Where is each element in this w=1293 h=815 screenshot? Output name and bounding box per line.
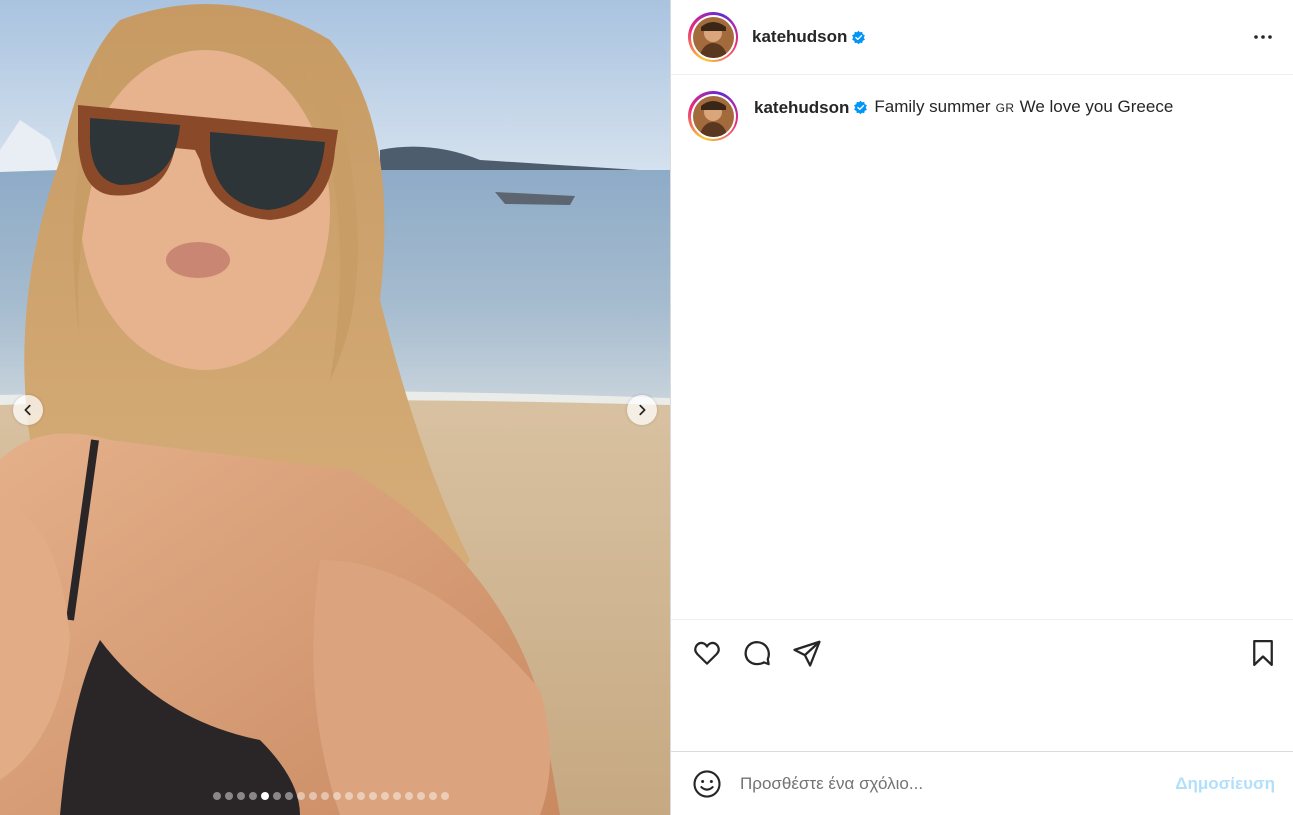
emoji-button[interactable]	[691, 768, 723, 800]
more-options-icon	[1254, 35, 1272, 39]
more-options-button[interactable]	[1251, 25, 1275, 49]
save-button[interactable]	[1247, 637, 1279, 669]
carousel-dot	[213, 792, 221, 800]
caption-username[interactable]: katehudson	[754, 97, 849, 119]
verified-badge-icon	[854, 100, 868, 115]
chevron-right-icon	[639, 404, 646, 416]
carousel-dot	[297, 792, 305, 800]
carousel-dot	[369, 792, 377, 800]
carousel-dot	[405, 792, 413, 800]
carousel-dot	[273, 792, 281, 800]
carousel-dot	[393, 792, 401, 800]
photo-image	[0, 0, 670, 815]
verified-badge-icon	[852, 30, 866, 44]
carousel-dot	[225, 792, 233, 800]
carousel-dot	[261, 792, 269, 800]
carousel-dot	[237, 792, 245, 800]
comment-icon	[744, 641, 770, 666]
post-actions	[671, 619, 1293, 686]
carousel-dot	[333, 792, 341, 800]
caption-text-before: Family summer	[874, 97, 991, 116]
post-photo[interactable]	[0, 0, 670, 815]
carousel-next-button[interactable]	[627, 395, 657, 425]
caption: katehudson Family summer GR We love you Gr…	[671, 75, 1293, 619]
avatar-image	[692, 16, 734, 58]
carousel-dot	[357, 792, 365, 800]
send-icon	[793, 640, 821, 667]
likes-area	[671, 686, 1293, 751]
share-button[interactable]	[791, 637, 823, 669]
like-button[interactable]	[691, 637, 723, 669]
bookmark-icon	[1253, 640, 1273, 666]
carousel-dot	[441, 792, 449, 800]
caption-text-after: We love you Greece	[1019, 97, 1174, 116]
carousel-indicator	[213, 792, 449, 800]
carousel-dot	[345, 792, 353, 800]
carousel-dot	[309, 792, 317, 800]
post-modal: katehudson katehudson Family summer GR W…	[0, 0, 1293, 815]
comment-input[interactable]	[740, 773, 1176, 794]
avatar[interactable]	[688, 12, 738, 62]
comment-button[interactable]	[741, 637, 773, 669]
emoji-icon	[693, 769, 721, 798]
heart-icon	[694, 641, 720, 665]
chevron-left-icon	[24, 404, 31, 416]
comment-form: Δημοσίευση	[671, 751, 1293, 815]
post-details-panel: katehudson katehudson Family summer GR W…	[670, 0, 1293, 815]
carousel-prev-button[interactable]	[13, 395, 43, 425]
carousel-dot	[285, 792, 293, 800]
carousel-dot	[417, 792, 425, 800]
avatar-image	[692, 95, 734, 137]
post-header: katehudson	[671, 0, 1293, 75]
caption-avatar[interactable]	[688, 91, 738, 141]
post-comment-button[interactable]: Δημοσίευση	[1175, 774, 1275, 794]
carousel-dot	[321, 792, 329, 800]
carousel-dot	[381, 792, 389, 800]
carousel-dot	[429, 792, 437, 800]
header-username[interactable]: katehudson	[752, 27, 847, 47]
caption-text: katehudson Family summer GR We love you Gr…	[754, 96, 1173, 119]
carousel-dot	[249, 792, 257, 800]
caption-body: Family summer GR We love you Greece	[874, 96, 1173, 119]
flag-emoji: GR	[995, 101, 1015, 115]
